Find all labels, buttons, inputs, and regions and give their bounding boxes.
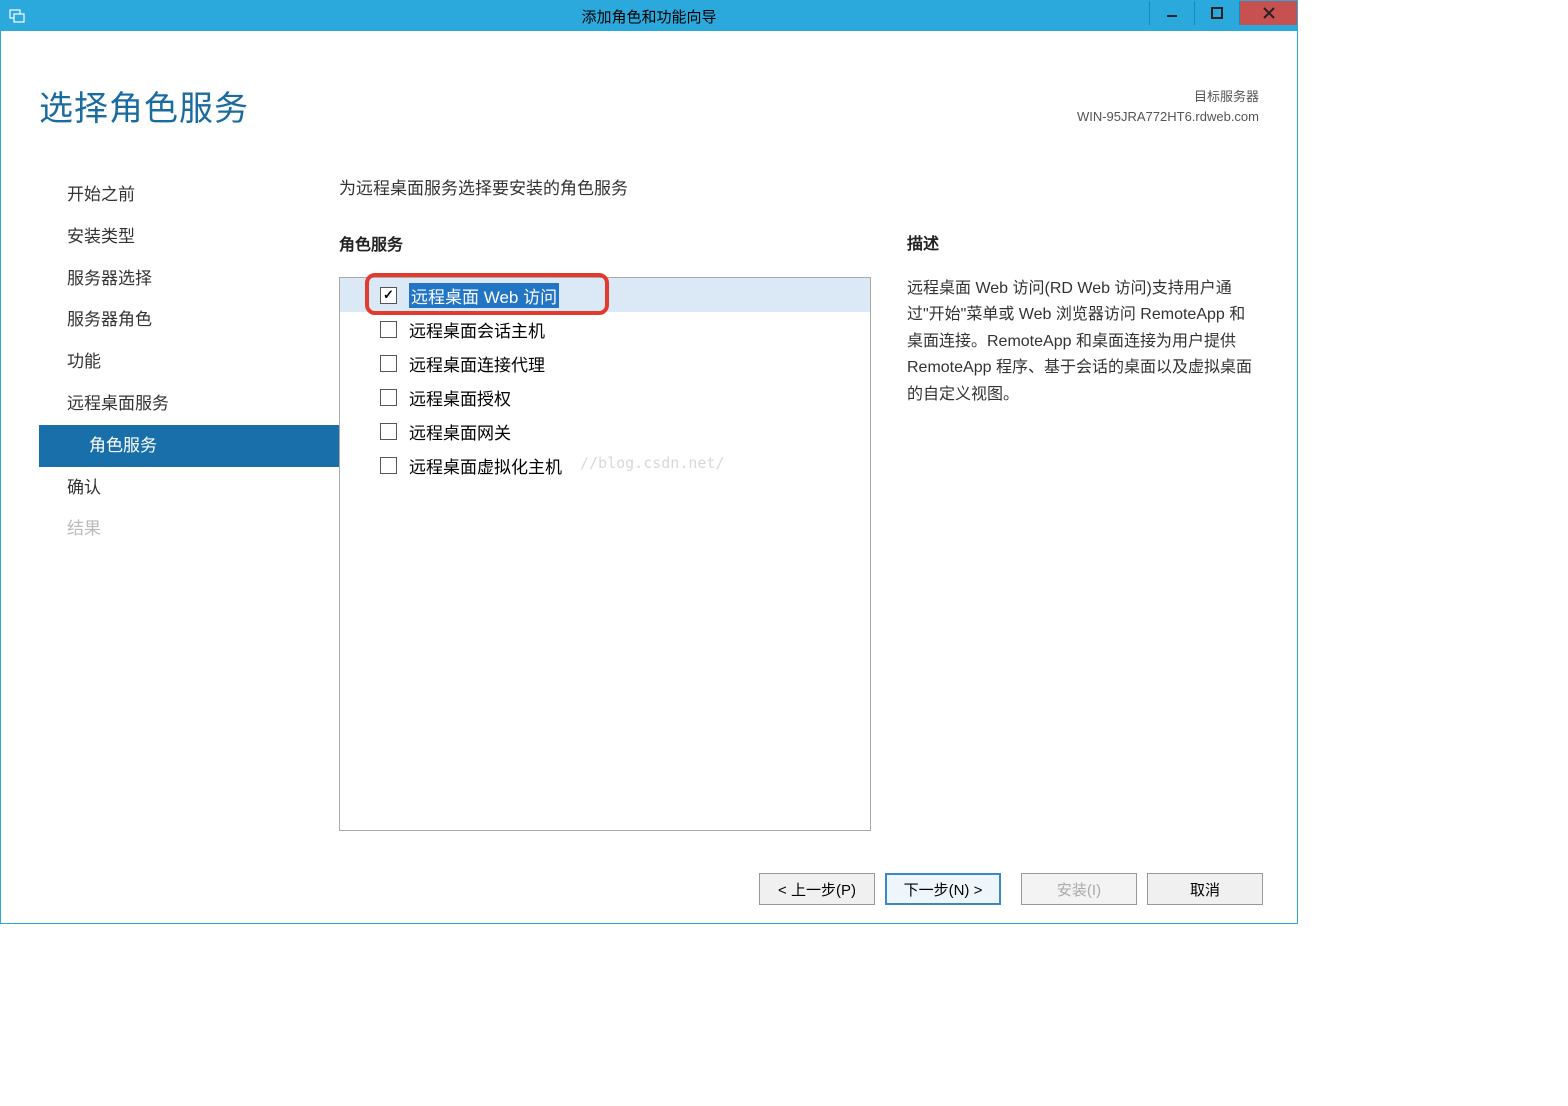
description-column: 描述 远程桌面 Web 访问(RD Web 访问)支持用户通过"开始"菜单或 W… — [907, 174, 1259, 857]
role-label: 远程桌面授权 — [409, 385, 511, 410]
app-icon — [5, 4, 29, 28]
checkbox-icon[interactable] — [380, 423, 397, 440]
description-text: 远程桌面 Web 访问(RD Web 访问)支持用户通过"开始"菜单或 Web … — [907, 276, 1259, 408]
titlebar[interactable]: 添加角色和功能向导 — [1, 1, 1297, 31]
role-rd-virtualization-host[interactable]: 远程桌面虚拟化主机 //blog.csdn.net/ — [340, 448, 870, 482]
checkbox-icon[interactable] — [380, 389, 397, 406]
role-rd-web-access[interactable]: 远程桌面 Web 访问 — [340, 278, 870, 312]
role-rd-licensing[interactable]: 远程桌面授权 — [340, 380, 870, 414]
role-label: 远程桌面网关 — [409, 419, 511, 444]
wizard-footer: < 上一步(P) 下一步(N) > 安装(I) 取消 — [1, 857, 1297, 923]
role-rd-gateway[interactable]: 远程桌面网关 — [340, 414, 870, 448]
cancel-button[interactable]: 取消 — [1147, 873, 1263, 905]
target-server-info: 目标服务器 WIN-95JRA772HT6.rdweb.com — [1077, 87, 1259, 126]
step-server-selection[interactable]: 服务器选择 — [39, 258, 339, 300]
step-installation-type[interactable]: 安装类型 — [39, 216, 339, 258]
step-remote-desktop-services[interactable]: 远程桌面服务 — [39, 383, 339, 425]
role-services-listbox[interactable]: 远程桌面 Web 访问 远程桌面会话主机 远程桌面连接代理 远程桌面授 — [339, 277, 871, 831]
close-button[interactable] — [1239, 1, 1297, 25]
window-title: 添加角色和功能向导 — [581, 6, 716, 27]
center-column: 为远程桌面服务选择要安装的角色服务 角色服务 远程桌面 Web 访问 远程桌面会… — [339, 174, 907, 857]
step-server-roles[interactable]: 服务器角色 — [39, 299, 339, 341]
checkbox-icon[interactable] — [380, 457, 397, 474]
role-rd-session-host[interactable]: 远程桌面会话主机 — [340, 312, 870, 346]
role-label: 远程桌面虚拟化主机 — [409, 453, 562, 478]
role-label: 远程桌面 Web 访问 — [409, 283, 559, 308]
step-role-services[interactable]: 角色服务 — [39, 425, 339, 467]
next-button[interactable]: 下一步(N) > — [885, 873, 1001, 905]
step-results: 结果 — [39, 508, 339, 550]
minimize-button[interactable] — [1149, 1, 1194, 25]
step-features[interactable]: 功能 — [39, 341, 339, 383]
target-server-label: 目标服务器 — [1077, 87, 1259, 107]
wizard-steps-nav: 开始之前 安装类型 服务器选择 服务器角色 功能 远程桌面服务 角色服务 确认 … — [39, 174, 339, 857]
watermark: //blog.csdn.net/ — [580, 454, 725, 472]
role-services-label: 角色服务 — [339, 231, 871, 255]
page-title: 选择角色服务 — [39, 81, 249, 130]
window-controls — [1149, 1, 1297, 31]
role-label: 远程桌面会话主机 — [409, 317, 545, 342]
description-label: 描述 — [907, 230, 1259, 254]
step-confirmation[interactable]: 确认 — [39, 467, 339, 509]
previous-button[interactable]: < 上一步(P) — [759, 873, 875, 905]
content-area: 选择角色服务 目标服务器 WIN-95JRA772HT6.rdweb.com 开… — [1, 31, 1297, 923]
role-rd-connection-broker[interactable]: 远程桌面连接代理 — [340, 346, 870, 380]
role-label: 远程桌面连接代理 — [409, 351, 545, 376]
step-before-you-begin[interactable]: 开始之前 — [39, 174, 339, 216]
checkbox-icon[interactable] — [380, 355, 397, 372]
maximize-button[interactable] — [1194, 1, 1239, 25]
target-server-name: WIN-95JRA772HT6.rdweb.com — [1077, 107, 1259, 127]
wizard-window: 添加角色和功能向导 选择角色服务 目标服务器 WIN-95JRA772HT6.r… — [0, 0, 1298, 924]
checkbox-icon[interactable] — [380, 287, 397, 304]
main-body: 开始之前 安装类型 服务器选择 服务器角色 功能 远程桌面服务 角色服务 确认 … — [1, 130, 1297, 857]
header-row: 选择角色服务 目标服务器 WIN-95JRA772HT6.rdweb.com — [1, 31, 1297, 130]
install-button: 安装(I) — [1021, 873, 1137, 905]
instruction-text: 为远程桌面服务选择要安装的角色服务 — [339, 174, 871, 199]
checkbox-icon[interactable] — [380, 321, 397, 338]
